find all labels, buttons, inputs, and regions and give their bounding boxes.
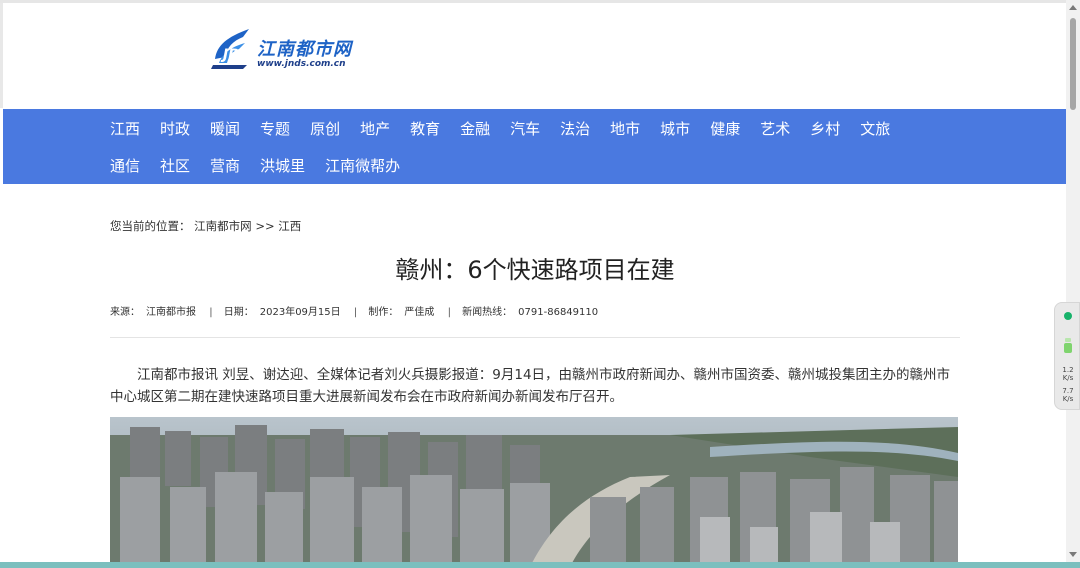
nav-item-topics[interactable]: 专题 [260, 119, 290, 139]
meta-separator: | [447, 307, 451, 318]
article-photo [110, 417, 958, 567]
upload-speed-unit: K/s [1062, 374, 1074, 382]
memory-icon [1064, 343, 1072, 353]
title-divider [110, 337, 960, 338]
site-header: JDS 江南都市网 www.jnds.com.cn [0, 3, 1066, 108]
source-value: 江南都市报 [146, 307, 196, 318]
date-value: 2023年09月15日 [259, 307, 341, 318]
upload-speed: 1.2 K/s [1057, 366, 1079, 382]
nav-item-cities[interactable]: 地市 [610, 119, 640, 139]
nav-row-2: 通信 社区 营商 洪城里 江南微帮办 [110, 156, 420, 176]
logo-emblem-icon: JDS [211, 29, 250, 69]
nav-item-original[interactable]: 原创 [310, 119, 340, 139]
breadcrumb-section-link[interactable]: 江西 [278, 219, 301, 233]
article-paragraph: 江南都市报讯 刘昱、谢达迎、全媒体记者刘火兵摄影报道：9月14日，由赣州市政府新… [110, 367, 951, 405]
logo-url: www.jnds.com.cn [257, 59, 346, 69]
nav-row-1: 江西 时政 暖闻 专题 原创 地产 教育 金融 汽车 法治 地市 城市 健康 艺… [110, 119, 910, 139]
hotline-value: 0791-86849110 [518, 307, 599, 318]
nav-item-politics[interactable]: 时政 [160, 119, 190, 139]
download-speed: 7.7 K/s [1057, 387, 1079, 403]
breadcrumb-separator: >> [255, 219, 275, 233]
meta-separator: | [353, 307, 358, 318]
editor-value: 严佳成 [404, 307, 435, 318]
nav-item-culture-travel[interactable]: 文旅 [860, 119, 890, 139]
network-speed-widget[interactable]: 1.2 K/s 7.7 K/s [1054, 302, 1080, 410]
nav-item-art[interactable]: 艺术 [760, 119, 790, 139]
download-speed-unit: K/s [1062, 395, 1074, 403]
nav-item-jiangnan-helper[interactable]: 江南微帮办 [325, 156, 400, 176]
site-logo[interactable]: JDS 江南都市网 www.jnds.com.cn [209, 23, 389, 73]
nav-item-law[interactable]: 法治 [560, 119, 590, 139]
breadcrumb-prefix: 您当前的位置： [110, 219, 191, 233]
browser-page: JDS 江南都市网 www.jnds.com.cn 江西 时政 暖闻 专题 原创… [0, 0, 1080, 568]
scroll-up-arrow-icon[interactable] [1069, 5, 1077, 10]
nav-item-health[interactable]: 健康 [710, 119, 740, 139]
nav-item-hongchengli[interactable]: 洪城里 [260, 156, 305, 176]
meta-separator: | [209, 307, 213, 318]
nav-item-rural[interactable]: 乡村 [810, 119, 840, 139]
upload-speed-value: 1.2 [1062, 366, 1074, 374]
vertical-scrollbar[interactable] [1066, 0, 1080, 568]
scrollbar-thumb[interactable] [1070, 18, 1076, 110]
svg-text:JDS: JDS [220, 47, 250, 63]
nav-item-community[interactable]: 社区 [160, 156, 190, 176]
status-dot-icon [1064, 312, 1072, 320]
breadcrumb-home-link[interactable]: 江南都市网 [194, 219, 252, 233]
date-label: 日期： [223, 307, 254, 318]
nav-item-auto[interactable]: 汽车 [510, 119, 540, 139]
breadcrumb: 您当前的位置： 江南都市网 >> 江西 [110, 218, 301, 234]
source-label: 来源： [110, 307, 140, 318]
scroll-down-arrow-icon[interactable] [1069, 552, 1077, 557]
nav-item-telecom[interactable]: 通信 [110, 156, 140, 176]
nav-item-finance[interactable]: 金融 [460, 119, 490, 139]
editor-label: 制作： [368, 307, 399, 318]
download-speed-value: 7.7 [1062, 387, 1074, 395]
nav-item-real-estate[interactable]: 地产 [360, 119, 390, 139]
nav-item-warm-news[interactable]: 暖闻 [210, 119, 240, 139]
aerial-city-photo [110, 417, 958, 567]
nav-item-jiangxi[interactable]: 江西 [110, 119, 140, 139]
bottom-taskbar-edge [0, 562, 1080, 568]
article-meta: 来源： 江南都市报 | 日期： 2023年09月15日 | 制作： 严佳成 | 新闻热… [110, 303, 604, 318]
logo-title: 江南都市网 [257, 39, 352, 60]
nav-item-urban[interactable]: 城市 [660, 119, 690, 139]
article-title: 赣州：6个快速路项目在建 [395, 256, 675, 284]
nav-item-education[interactable]: 教育 [410, 119, 440, 139]
memory-cap-icon [1065, 338, 1071, 342]
main-nav: 江西 时政 暖闻 专题 原创 地产 教育 金融 汽车 法治 地市 城市 健康 艺… [3, 109, 1066, 184]
nav-item-business[interactable]: 营商 [210, 156, 240, 176]
hotline-label: 新闻热线： [462, 307, 513, 318]
